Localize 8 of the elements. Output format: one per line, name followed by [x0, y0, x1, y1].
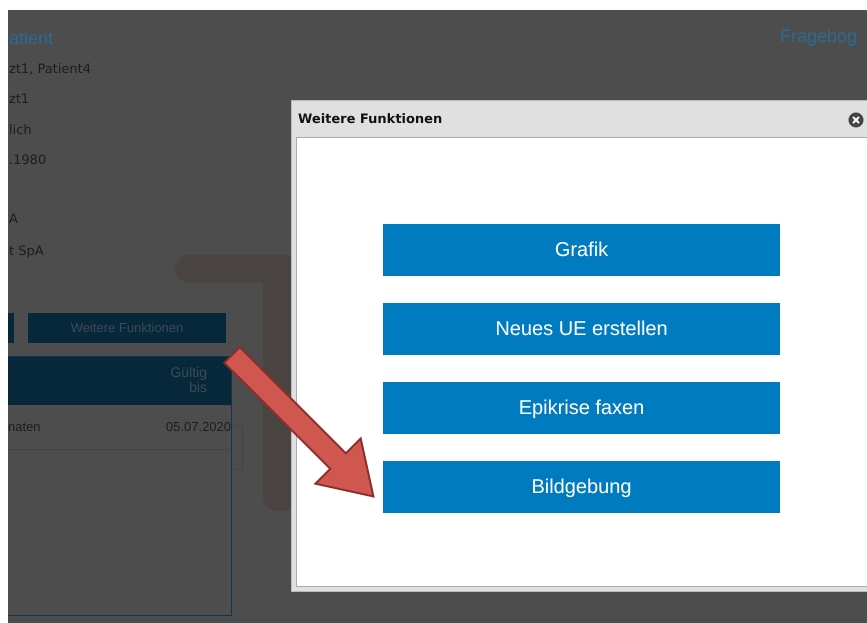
function-button[interactable]: Bildgebung: [383, 461, 780, 513]
function-button[interactable]: Grafik: [383, 224, 780, 276]
function-button[interactable]: Epikrise faxen: [383, 382, 780, 434]
action-button[interactable]: [8, 313, 14, 343]
close-icon[interactable]: [848, 112, 864, 128]
page-title: atient: [9, 27, 54, 50]
function-button[interactable]: Neues UE erstellen: [383, 303, 780, 355]
dialog-title: Weitere Funktionen: [298, 110, 442, 129]
